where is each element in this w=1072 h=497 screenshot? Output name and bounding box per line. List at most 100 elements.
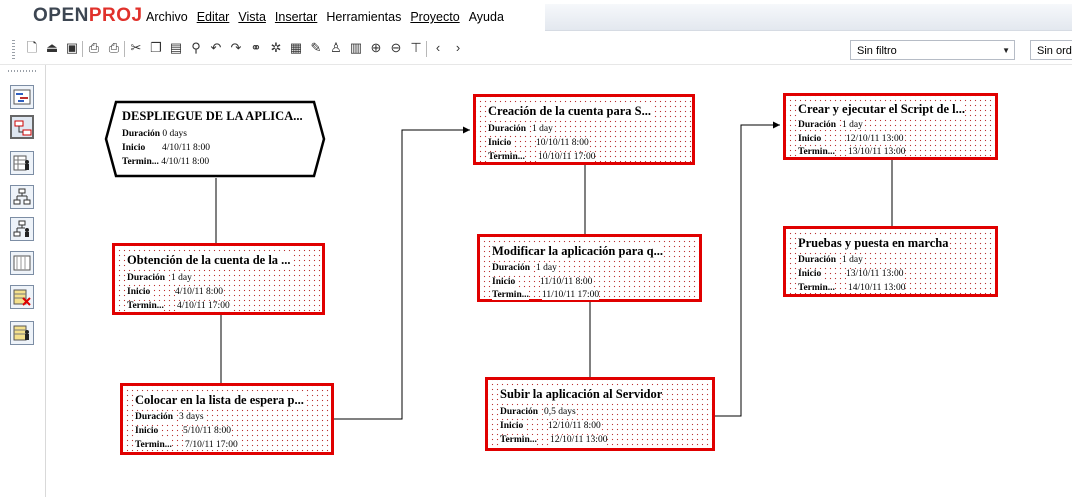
menu-archivo[interactable]: Archivo <box>146 10 188 24</box>
zoom-out-icon[interactable]: ⊖ <box>388 40 404 56</box>
redo-icon[interactable]: ↷ <box>228 40 244 56</box>
task-duration-row: Duración 0 days <box>122 129 187 139</box>
menu-insertar[interactable]: Insertar <box>275 10 317 24</box>
task-title: Colocar en la lista de espera p... <box>135 393 304 408</box>
logo-text-open: OPEN <box>33 5 89 26</box>
rbs-icon <box>13 220 29 237</box>
task-duration-row: Duración 1 day <box>488 124 553 134</box>
task-title: Crear y ejecutar el Script de l... <box>798 102 965 117</box>
sort-select[interactable]: Sin ord <box>1030 40 1072 60</box>
calendar-icon[interactable]: ▥ <box>348 40 364 56</box>
menu-vista[interactable]: Vista <box>238 10 266 24</box>
duration-label: Duración <box>798 120 836 130</box>
task-node[interactable]: Pruebas y puesta en marcha Duración 1 da… <box>783 226 998 297</box>
main-menu: Archivo Editar Vista Insertar Herramient… <box>146 10 513 24</box>
start-label: Inicio <box>500 421 524 431</box>
logo-text-proj: PROJ <box>88 5 143 26</box>
start-value: 5/10/11 8:00 <box>183 426 231 436</box>
toolbar-separator <box>124 41 125 57</box>
cut-icon[interactable]: ✂ <box>128 40 144 56</box>
resource-view-button[interactable] <box>10 151 34 175</box>
resource-sheet-icon <box>13 155 29 171</box>
notes-icon[interactable]: ✎ <box>308 40 324 56</box>
task-start-row: Inicio 12/10/11 13:00 <box>798 134 904 144</box>
task-end-row: Termin... 12/10/11 13:00 <box>500 435 608 445</box>
toolbar-grip[interactable] <box>12 40 15 60</box>
scroll-left-icon[interactable]: ‹ <box>430 40 446 56</box>
task-duration-row: Duración 0,5 days <box>500 407 576 417</box>
rbs-view-button[interactable] <box>10 217 34 241</box>
start-value: 4/10/11 8:00 <box>162 143 210 153</box>
scroll-right-icon[interactable]: › <box>450 40 466 56</box>
duration-value: 1 day <box>532 124 553 134</box>
undo-icon[interactable]: ↶ <box>208 40 224 56</box>
find-icon[interactable]: ⚲ <box>188 40 204 56</box>
print-icon[interactable]: ⎙ <box>86 40 102 56</box>
zoom-in-icon[interactable]: ⊕ <box>368 40 384 56</box>
menu-proyecto[interactable]: Proyecto <box>410 10 459 24</box>
start-value: 13/10/11 13:00 <box>846 269 904 279</box>
start-label: Inicio <box>798 269 822 279</box>
dependency-link[interactable] <box>334 129 470 420</box>
task-node[interactable]: Crear y ejecutar el Script de l... Durac… <box>783 93 998 160</box>
resource-usage-icon <box>13 325 29 341</box>
start-label: Inicio <box>492 277 516 287</box>
duration-label: Duración <box>122 129 160 139</box>
menu-ayuda[interactable]: Ayuda <box>469 10 504 24</box>
milestone-node[interactable]: DESPLIEGUE DE LA APLICA... Duración 0 da… <box>104 100 326 178</box>
app-logo: OPENPROJ <box>33 5 143 27</box>
open-folder-icon[interactable]: ⏏ <box>44 40 60 56</box>
task-info-icon[interactable]: ▦ <box>288 40 304 56</box>
task-end-row: Termin... 14/10/11 13:00 <box>798 283 906 293</box>
filter-select[interactable]: Sin filtro ▼ <box>850 40 1015 60</box>
gantt-view-button[interactable] <box>10 85 34 109</box>
task-end-row: Termin... 4/10/11 8:00 <box>122 157 209 167</box>
task-title: DESPLIEGUE DE LA APLICA... <box>122 109 303 123</box>
end-value: 12/10/11 13:00 <box>550 435 608 445</box>
start-label: Inicio <box>488 138 512 148</box>
task-node[interactable]: Creación de la cuenta para S... Duración… <box>473 94 695 165</box>
print-preview-icon[interactable]: ⎙ <box>106 40 122 56</box>
toolbar-separator <box>82 41 83 57</box>
menu-editar[interactable]: Editar <box>197 10 230 24</box>
network-diagram-canvas[interactable]: DESPLIEGUE DE LA APLICA... Duración 0 da… <box>46 65 1072 497</box>
end-label: Termin... <box>122 157 159 167</box>
task-usage-icon <box>13 289 31 306</box>
task-title: Obtención de la cuenta de la ... <box>127 253 291 268</box>
end-value: 4/10/11 17:00 <box>177 301 230 311</box>
task-usage-view-button[interactable] <box>10 285 34 309</box>
report-icon <box>13 255 31 271</box>
duration-label: Duración <box>488 124 526 134</box>
duration-value: 1 day <box>842 120 863 130</box>
start-label: Inicio <box>122 143 146 153</box>
assign-resources-icon[interactable]: ♙ <box>328 40 344 56</box>
duration-value: 1 day <box>842 255 863 265</box>
unlink-icon[interactable]: ✲ <box>268 40 284 56</box>
wbs-view-button[interactable] <box>10 185 34 209</box>
duration-label: Duración <box>798 255 836 265</box>
dependency-link[interactable] <box>715 124 780 417</box>
task-duration-row: Duración 1 day <box>798 255 863 265</box>
task-start-row: Inicio 10/10/11 8:00 <box>488 138 589 148</box>
link-icon[interactable]: ⚭ <box>248 40 264 56</box>
paste-icon[interactable]: ▤ <box>168 40 184 56</box>
arrowhead <box>463 126 470 134</box>
duration-value: 1 day <box>171 273 192 283</box>
task-title: Subir la aplicación al Servidor <box>500 387 663 402</box>
filter-icon[interactable]: ⊤ <box>408 40 424 56</box>
gantt-icon <box>13 89 31 105</box>
task-node[interactable]: Subir la aplicación al Servidor Duración… <box>485 377 715 451</box>
task-node[interactable]: Modificar la aplicación para q... Duraci… <box>477 234 702 302</box>
task-node[interactable]: Obtención de la cuenta de la ... Duració… <box>112 243 325 315</box>
resource-usage-view-button[interactable] <box>10 321 34 345</box>
new-project-icon[interactable]: 🗋 <box>24 40 40 56</box>
save-icon[interactable]: ▣ <box>64 40 80 56</box>
network-view-button[interactable] <box>10 115 34 139</box>
copy-icon[interactable]: ❐ <box>148 40 164 56</box>
start-value: 12/10/11 13:00 <box>846 134 904 144</box>
start-label: Inicio <box>798 134 822 144</box>
menu-herramientas[interactable]: Herramientas <box>326 10 401 24</box>
end-label: Termin... <box>492 290 529 300</box>
task-node[interactable]: Colocar en la lista de espera p... Durac… <box>120 383 334 455</box>
report-view-button[interactable] <box>10 251 34 275</box>
